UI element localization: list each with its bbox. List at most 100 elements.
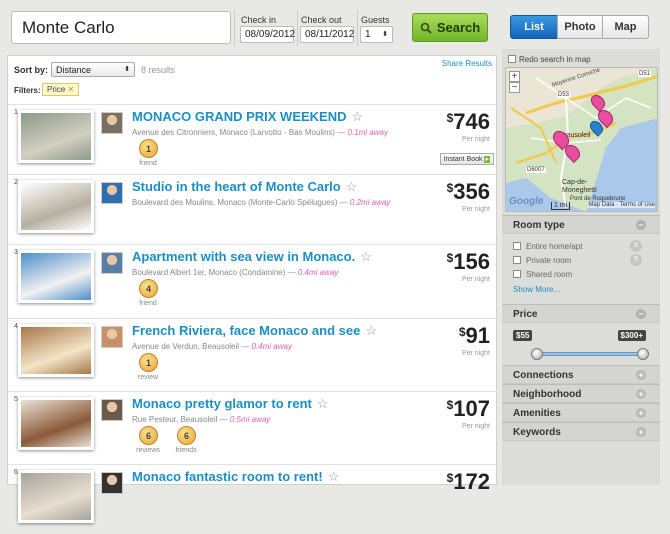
social-badge-label: reviews xyxy=(136,447,160,454)
filter-section-header[interactable]: Amenities + xyxy=(502,403,660,422)
checkin-input[interactable]: 08/09/2012 xyxy=(240,26,295,43)
host-avatar[interactable] xyxy=(101,252,123,274)
room-type-option-label: Entire home/apt xyxy=(526,242,583,251)
per-night-label: Per night xyxy=(461,350,490,357)
listing-photo[interactable] xyxy=(18,250,94,303)
listing-photo[interactable] xyxy=(18,470,94,523)
collapse-icon: − xyxy=(636,309,646,319)
price-max-handle[interactable] xyxy=(637,348,649,360)
results-panel: Sort by: Distance ⬍ 8 results Share Resul… xyxy=(7,55,498,523)
listing-title[interactable]: Studio in the heart of Monte Carlo ☆ xyxy=(132,179,357,195)
listing-row[interactable]: 6 Monaco fantastic room to rent! ☆ $172 xyxy=(8,464,498,534)
listing-address: Boulevard Albert 1er, Monaco (Condamine)… xyxy=(132,268,339,277)
guests-select[interactable]: 1 ⬍ xyxy=(360,26,393,43)
social-badge[interactable]: 6 xyxy=(139,426,158,445)
listing-row[interactable]: 3 Apartment with sea view in Monaco. ☆ Boul… xyxy=(8,244,498,314)
currency-symbol: $ xyxy=(446,251,454,265)
search-button-label: Search xyxy=(436,20,481,35)
guests-label: Guests xyxy=(361,15,390,25)
host-avatar[interactable] xyxy=(101,182,123,204)
social-badge[interactable]: 1 xyxy=(139,139,158,158)
listing-title[interactable]: Monaco pretty glamor to rent ☆ xyxy=(132,396,329,412)
listing-distance: 0.4mi away xyxy=(297,268,339,277)
room-type-header[interactable]: Room type − xyxy=(502,215,660,234)
host-avatar[interactable] xyxy=(101,326,123,348)
location-input[interactable]: Monte Carlo xyxy=(11,11,231,44)
social-badge-label: review xyxy=(137,374,159,381)
listing-title[interactable]: French Riviera, face Monaco and see ☆ xyxy=(132,323,377,339)
expand-icon: + xyxy=(636,408,646,418)
star-icon[interactable]: ☆ xyxy=(317,396,329,411)
listing-row[interactable]: 4 French Riviera, face Monaco and see ☆ Ave… xyxy=(8,318,498,388)
filter-section-header[interactable]: Neighborhood + xyxy=(502,384,660,403)
price-header[interactable]: Price − xyxy=(502,304,660,323)
listing-row[interactable]: 5 Monaco pretty glamor to rent ☆ Rue Pesteu… xyxy=(8,391,498,461)
tab-photo[interactable]: Photo xyxy=(557,15,603,39)
star-icon[interactable]: ☆ xyxy=(365,323,377,338)
listing-price: $107 xyxy=(447,396,490,422)
star-icon[interactable]: ☆ xyxy=(328,469,340,484)
room-type-count: 3 xyxy=(630,240,642,252)
per-night-label: Per night xyxy=(461,423,490,430)
host-avatar[interactable] xyxy=(101,472,123,494)
room-type-checkbox[interactable] xyxy=(513,270,521,278)
social-badge[interactable]: 1 xyxy=(139,353,158,372)
listing-row[interactable]: 1 MONACO GRAND PRIX WEEKEND ☆ Avenue des Ci… xyxy=(8,104,498,174)
remove-filter-icon[interactable]: ✕ xyxy=(67,85,74,94)
star-icon[interactable]: ☆ xyxy=(352,109,364,124)
filter-section-title: Keywords xyxy=(513,427,561,438)
star-icon[interactable]: ☆ xyxy=(346,179,358,194)
map[interactable]: + − Beausoleil Cap-de-Moneghetti Pont de… xyxy=(505,67,658,212)
listing-photo[interactable] xyxy=(18,110,94,163)
room-type-checkbox[interactable] xyxy=(513,242,521,250)
share-results-link[interactable]: Share Results xyxy=(442,59,492,68)
star-icon[interactable]: ☆ xyxy=(360,249,372,264)
zoom-out-button[interactable]: − xyxy=(509,82,520,93)
checkout-input[interactable]: 08/11/2012 xyxy=(300,26,354,43)
listing-title[interactable]: Monaco fantastic room to rent! ☆ xyxy=(132,469,339,485)
social-badge-label: friend xyxy=(139,160,157,167)
listing-address-text: Boulevard des Moulins, Monaco (Monte-Car… xyxy=(132,198,338,207)
price-slider-track[interactable] xyxy=(537,352,643,356)
listing-photo[interactable] xyxy=(18,397,94,450)
map-credits[interactable]: Map Data · Terms of Use xyxy=(588,202,655,208)
social-badge[interactable]: 4 xyxy=(139,279,158,298)
listing-distance: 0.2mi away xyxy=(349,198,391,207)
currency-symbol: $ xyxy=(458,325,466,339)
filter-section-header[interactable]: Connections + xyxy=(502,365,660,384)
listing-price: $356 xyxy=(447,179,490,205)
listing-title[interactable]: Apartment with sea view in Monaco. ☆ xyxy=(132,249,372,265)
instant-book-button[interactable]: Instant Book ▸ xyxy=(439,153,494,165)
result-count: 8 results xyxy=(141,65,176,75)
listing-address-text: Rue Pesteur, Beausoleil xyxy=(132,415,218,424)
listing-price-value: 107 xyxy=(453,396,490,421)
sort-select[interactable]: Distance ⬍ xyxy=(51,62,135,77)
listing-title[interactable]: MONACO GRAND PRIX WEEKEND ☆ xyxy=(132,109,363,125)
filter-chip-price[interactable]: Price ✕ xyxy=(42,83,80,96)
zoom-in-button[interactable]: + xyxy=(509,71,520,82)
filter-sidebar: Redo search in map + − Beausoleil Cap-de… xyxy=(502,49,660,485)
listing-row[interactable]: 2 Studio in the heart of Monte Carlo ☆ Boul… xyxy=(8,174,498,244)
checkin-label: Check in xyxy=(241,15,277,25)
listing-title-text: Monaco pretty glamor to rent xyxy=(132,396,312,411)
listing-title-text: Apartment with sea view in Monaco. xyxy=(132,249,356,264)
tab-list[interactable]: List xyxy=(510,15,558,39)
listing-photo[interactable] xyxy=(18,180,94,233)
chevron-down-icon: ⬍ xyxy=(382,31,388,38)
listing-title-text: French Riviera, face Monaco and see xyxy=(132,323,361,338)
listing-photo[interactable] xyxy=(18,324,94,377)
map-road-label: D51 xyxy=(638,71,652,77)
filter-section-header[interactable]: Keywords + xyxy=(502,422,660,441)
price-min-handle[interactable] xyxy=(531,348,543,360)
social-badge[interactable]: 6 xyxy=(177,426,196,445)
host-avatar[interactable] xyxy=(101,399,123,421)
listing-price-value: 356 xyxy=(453,179,490,204)
tab-map[interactable]: Map xyxy=(602,15,649,39)
show-more-link[interactable]: Show More... xyxy=(513,285,560,294)
room-type-checkbox[interactable] xyxy=(513,256,521,264)
listing-price: $91 xyxy=(459,323,490,349)
room-type-option-label: Shared room xyxy=(526,270,573,279)
host-avatar[interactable] xyxy=(101,112,123,134)
redo-search-checkbox[interactable] xyxy=(508,55,516,63)
search-button[interactable]: Search xyxy=(412,13,488,42)
